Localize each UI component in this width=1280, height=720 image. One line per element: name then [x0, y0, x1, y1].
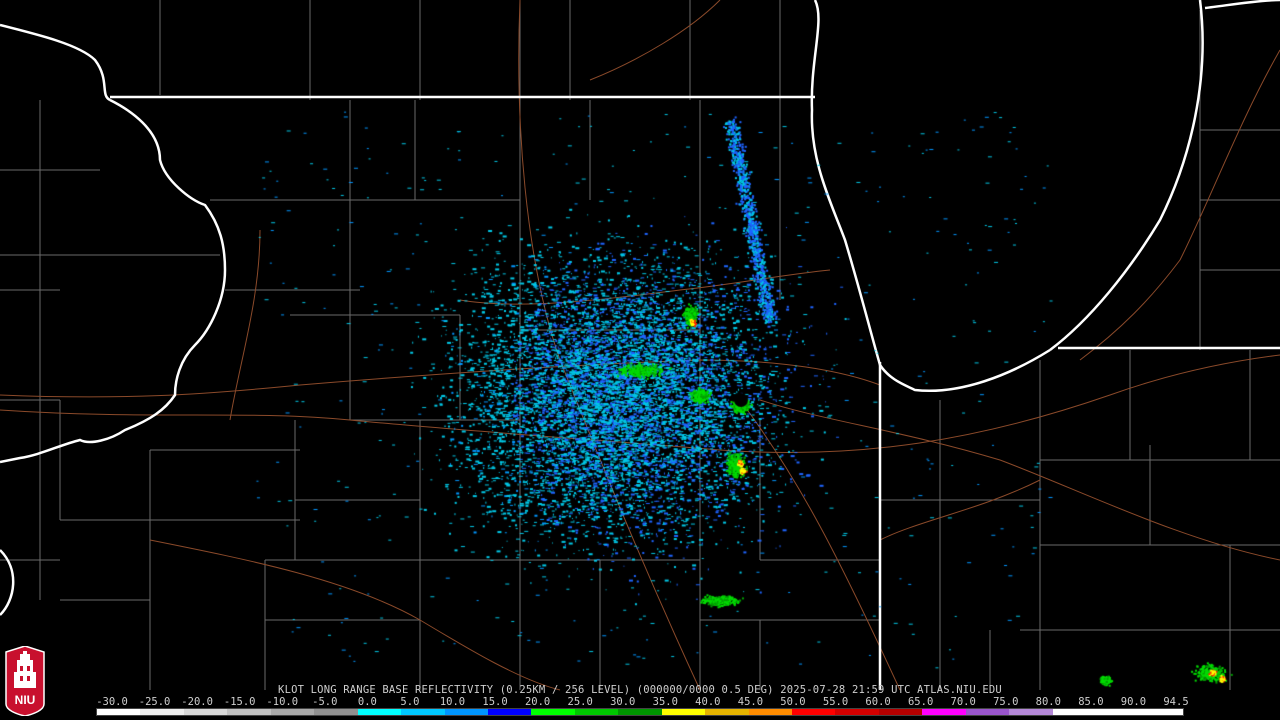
colorbar-label: -5.0	[312, 696, 338, 708]
colorbar-label: 40.0	[695, 696, 721, 708]
product-caption: KLOT LONG RANGE BASE REFLECTIVITY (0.25K…	[278, 684, 1002, 696]
colorbar-label: 85.0	[1078, 696, 1104, 708]
colorbar-label: 94.5	[1163, 696, 1189, 708]
colorbar-label: 35.0	[652, 696, 678, 708]
colorbar-label: 90.0	[1120, 696, 1147, 708]
colorbar-swatch	[314, 709, 358, 715]
colorbar-label: 55.0	[822, 696, 849, 708]
reflectivity-echoes	[0, 0, 1280, 720]
colorbar-swatch	[140, 709, 184, 715]
colorbar-swatch	[878, 709, 923, 715]
colorbar-label: 65.0	[907, 696, 934, 708]
colorbar-label: 5.0	[400, 696, 420, 708]
colorbar-label: -25.0	[138, 696, 171, 708]
colorbar-label: 15.0	[482, 696, 508, 708]
radar-map-view: NIU KLOT LONG RANGE BASE REFLECTIVITY (0…	[0, 0, 1280, 720]
colorbar-label: 30.0	[610, 696, 636, 708]
colorbar-label: 10.0	[439, 696, 466, 708]
colorbar-swatch	[1139, 709, 1183, 715]
colorbar-labels: -30.0 -25.0 -20.0 -15.0 -10.0 -5.0 0.0 5.0 10.0 1…	[0, 697, 1280, 708]
colorbar-swatch	[618, 709, 662, 715]
colorbar-label: 25.0	[567, 696, 593, 708]
colorbar-swatch	[574, 709, 619, 715]
colorbar-swatch	[401, 709, 445, 715]
colorbar-swatch	[227, 709, 271, 715]
colorbar-swatch	[183, 709, 228, 715]
colorbar-label: -20.0	[181, 696, 213, 708]
colorbar-label: 45.0	[737, 696, 764, 708]
colorbar-label: -30.0	[96, 696, 128, 708]
colorbar-swatch	[1096, 709, 1140, 715]
colorbar-label: 20.0	[524, 696, 551, 708]
colorbar-swatch	[97, 709, 141, 715]
colorbar-label: 60.0	[865, 696, 891, 708]
colorbar-swatch	[357, 709, 402, 715]
colorbar-label: -10.0	[266, 696, 299, 708]
colorbar-swatch	[705, 709, 749, 715]
colorbar-swatch	[965, 709, 1010, 715]
colorbar-label: 50.0	[780, 696, 806, 708]
colorbar-swatch	[1052, 709, 1097, 715]
colorbar-label: 75.0	[993, 696, 1019, 708]
colorbar	[96, 708, 1184, 716]
colorbar-label: 70.0	[950, 696, 976, 708]
colorbar-swatch	[270, 709, 315, 715]
colorbar-swatch	[748, 709, 792, 715]
colorbar-label: -15.0	[223, 696, 256, 708]
colorbar-swatch	[661, 709, 706, 715]
colorbar-label: 0.0	[357, 696, 377, 708]
colorbar-swatch	[922, 709, 966, 715]
colorbar-swatch	[835, 709, 879, 715]
colorbar-label: 80.0	[1035, 696, 1061, 708]
colorbar-swatch	[487, 709, 532, 715]
colorbar-swatch	[792, 709, 836, 715]
colorbar-swatch	[531, 709, 575, 715]
colorbar-swatch	[444, 709, 488, 715]
colorbar-swatch	[1009, 709, 1053, 715]
